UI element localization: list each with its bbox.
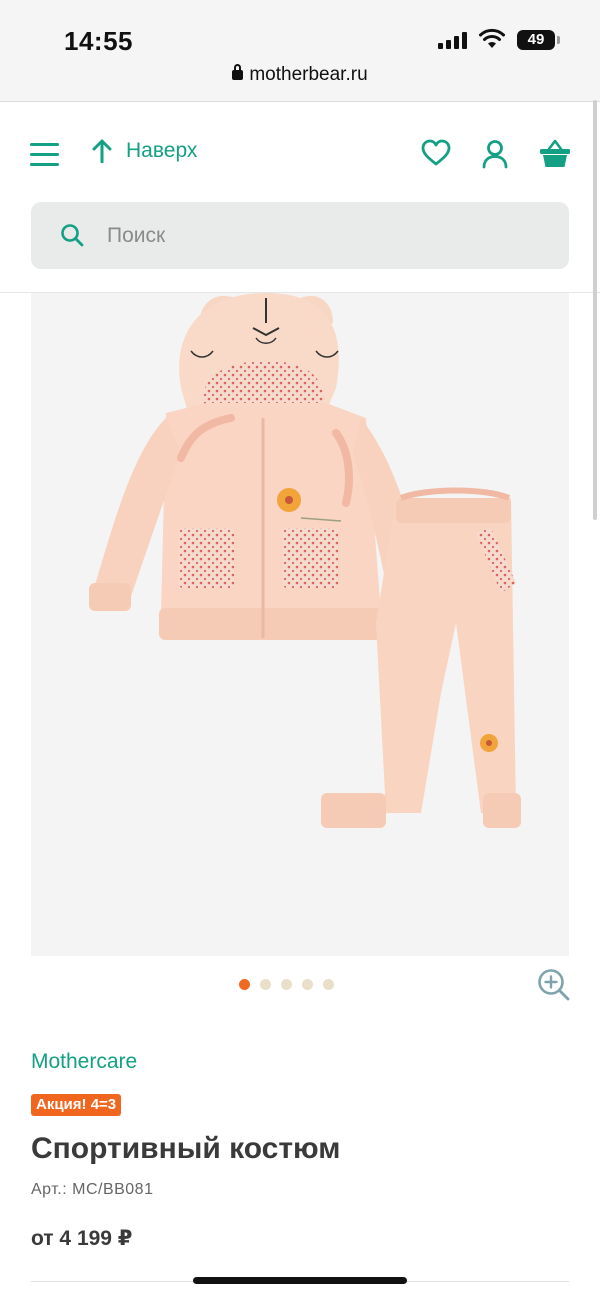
zoom-in-icon[interactable] (537, 968, 571, 1002)
url-text: motherbear.ru (249, 64, 368, 85)
home-indicator[interactable] (193, 1277, 407, 1284)
product-price: от 4 199 ₽ (31, 1227, 133, 1250)
product-sku: Арт.: MC/BB081 (31, 1181, 154, 1198)
gallery-pagination (239, 979, 334, 990)
battery-indicator: 49 (517, 30, 560, 50)
scroll-to-top-label: Наверх (126, 139, 198, 162)
page-scrollbar[interactable] (593, 100, 597, 520)
gallery-dot-3[interactable] (281, 979, 292, 990)
gallery-dot-2[interactable] (260, 979, 271, 990)
cellular-signal-icon (438, 32, 467, 49)
gallery-dot-1[interactable] (239, 979, 250, 990)
status-time: 14:55 (64, 26, 133, 56)
hamburger-menu-icon[interactable] (30, 143, 60, 167)
product-image[interactable] (31, 293, 569, 956)
lock-icon (232, 64, 244, 80)
search-bar (31, 202, 569, 269)
arrow-up-icon (92, 139, 112, 163)
heart-icon[interactable] (421, 139, 451, 167)
promo-badge[interactable]: Акция! 4=3 (31, 1094, 122, 1116)
product-title: Спортивный костюм (31, 1132, 341, 1165)
basket-icon[interactable] (539, 139, 571, 169)
search-input[interactable] (107, 202, 547, 269)
gallery-dot-5[interactable] (323, 979, 334, 990)
brand-link[interactable]: Mothercare (31, 1050, 137, 1074)
wifi-icon (479, 28, 505, 48)
scroll-to-top-link[interactable]: Наверх (92, 139, 197, 163)
product-photo-illustration (89, 293, 521, 828)
gallery-dot-4[interactable] (302, 979, 313, 990)
search-icon (61, 224, 84, 247)
user-icon[interactable] (481, 139, 509, 169)
site-header: Наверх (0, 103, 600, 293)
address-bar[interactable]: motherbear.ru (0, 64, 600, 86)
status-bar: 14:55 49 motherbear.ru (0, 0, 600, 102)
